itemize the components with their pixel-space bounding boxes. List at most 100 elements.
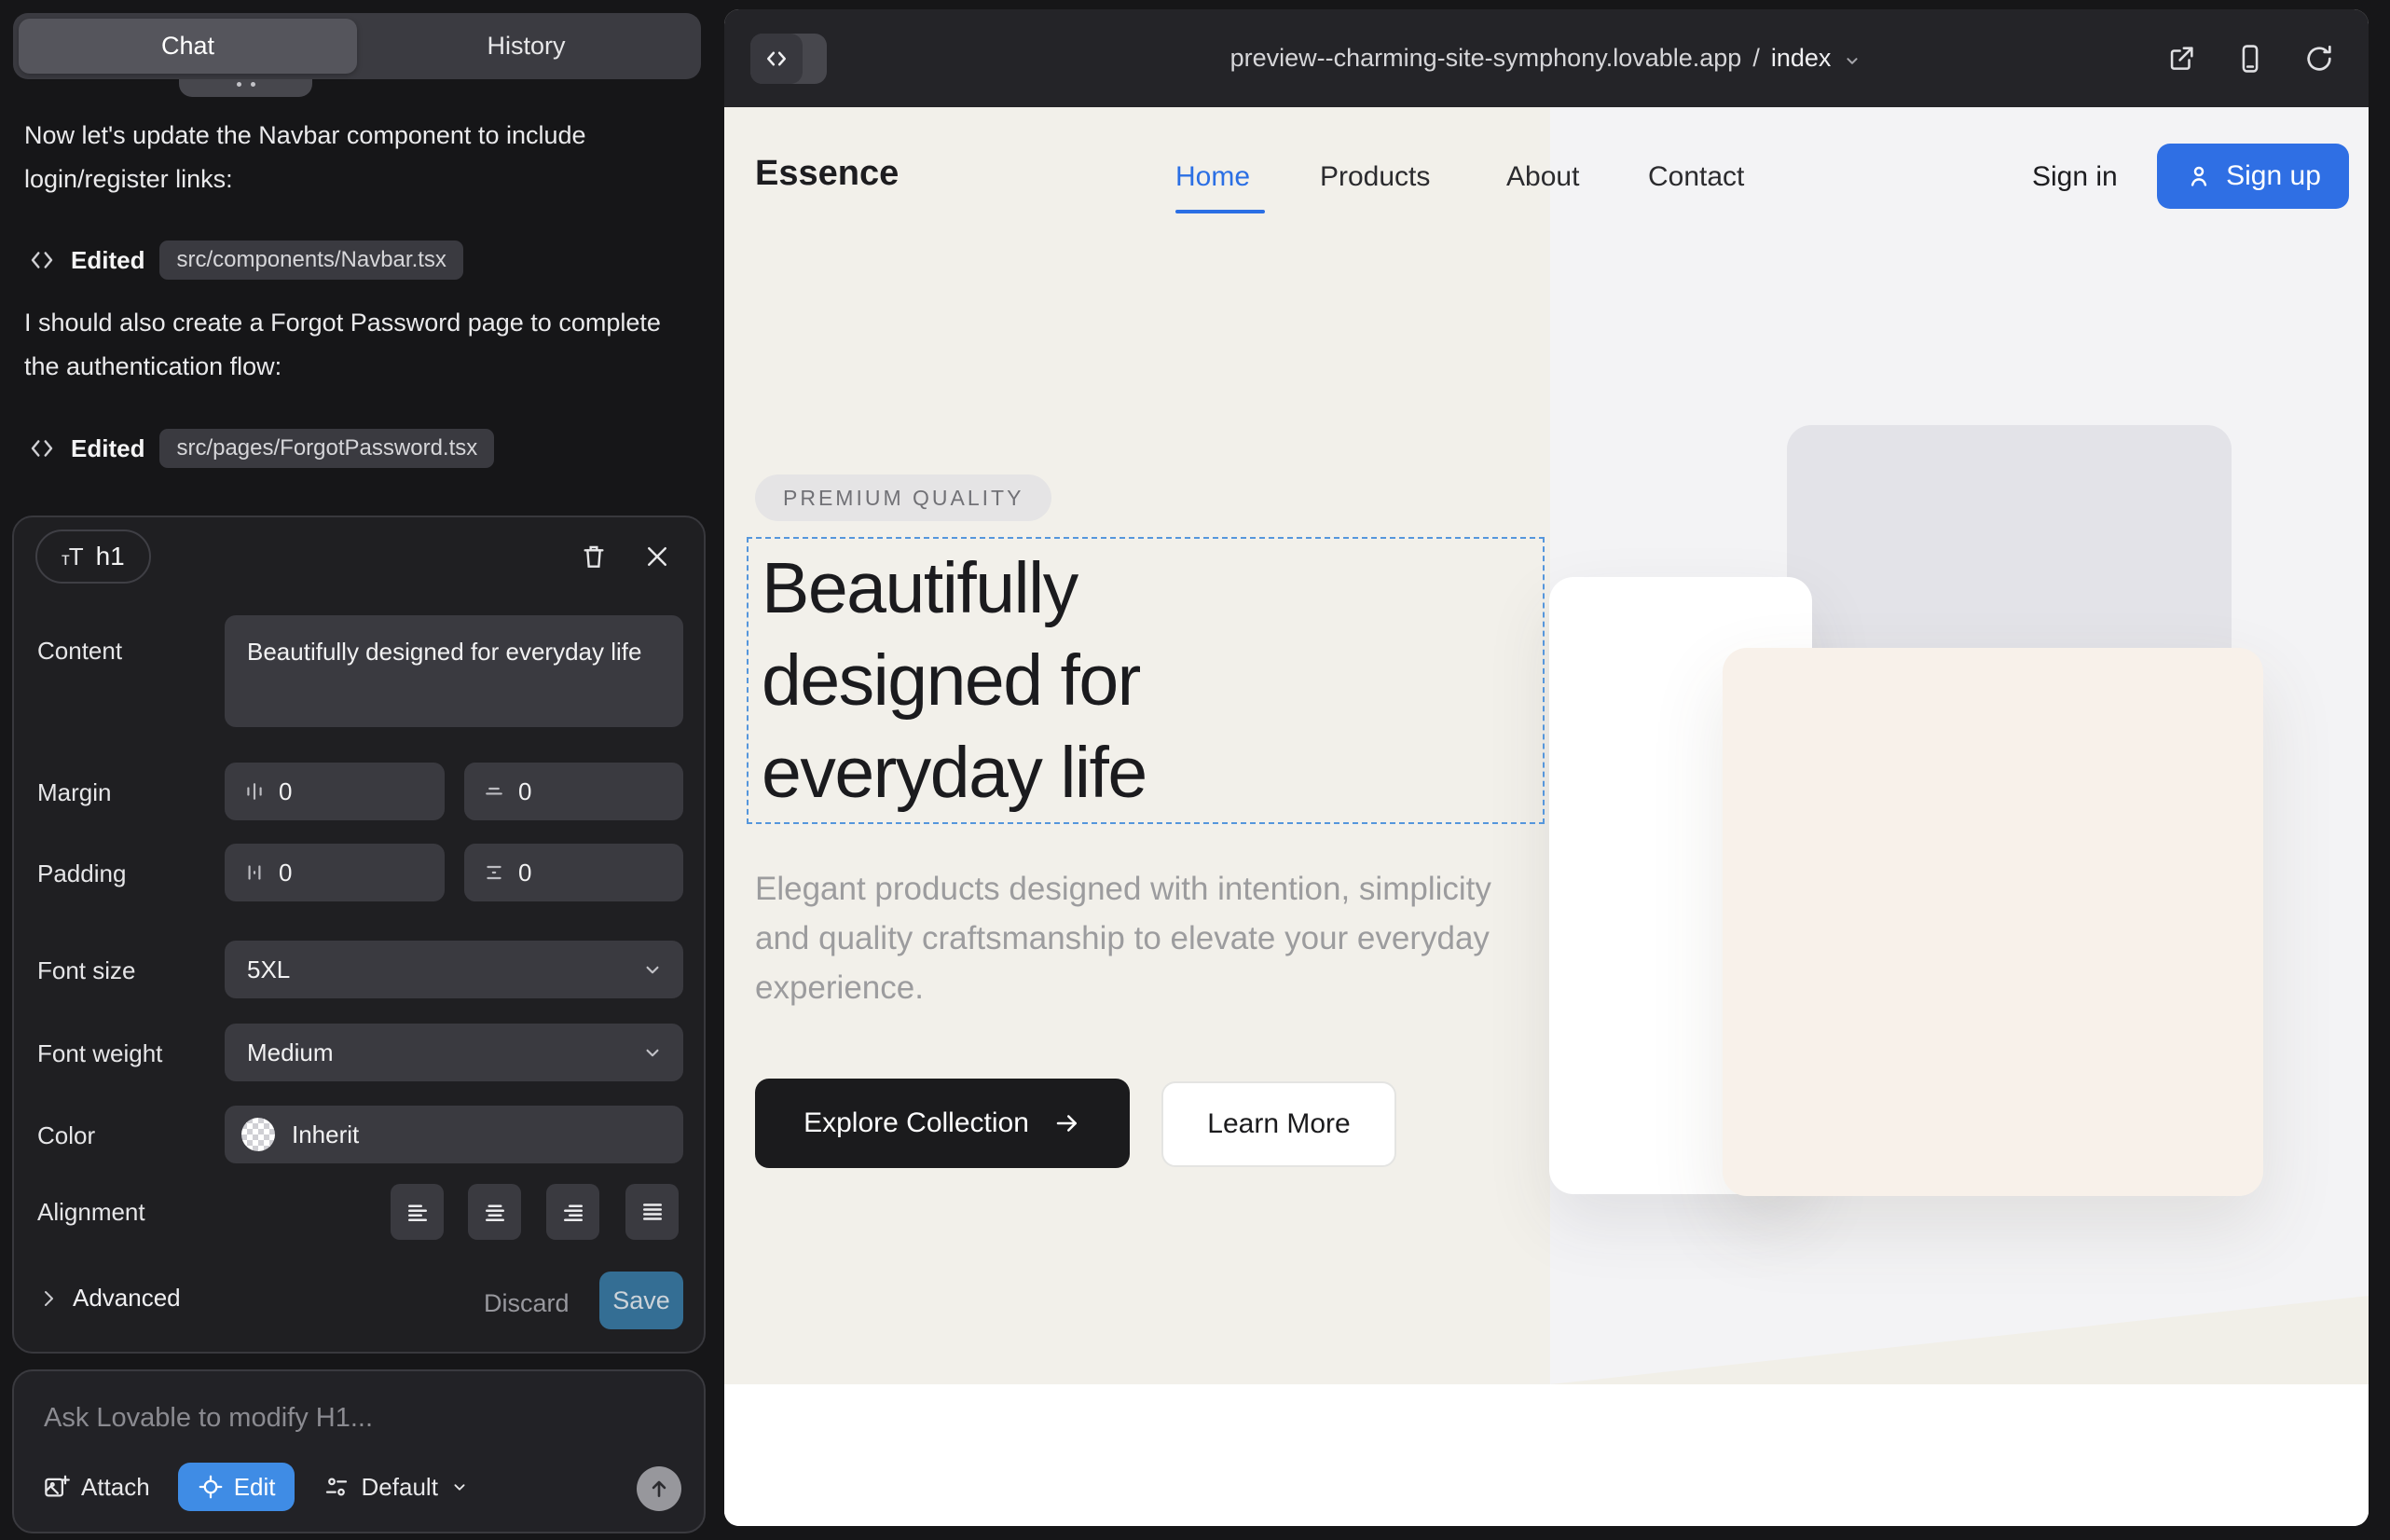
section-below-hero <box>724 1384 2369 1526</box>
font-weight-value: Medium <box>247 1038 333 1067</box>
color-label: Color <box>37 1121 95 1150</box>
margin-vertical-icon <box>483 780 505 803</box>
nav-contact[interactable]: Contact <box>1648 161 1744 193</box>
edit-label: Edit <box>234 1473 276 1502</box>
delete-element-button[interactable] <box>575 538 612 575</box>
hero-paragraph: Elegant products designed with intention… <box>755 864 1501 1012</box>
url-page: index <box>1771 44 1832 73</box>
tab-history-label: History <box>487 32 565 61</box>
chat-history-tabs: Chat History <box>13 13 701 79</box>
chevron-down-icon <box>640 1040 665 1065</box>
edited-file-row[interactable]: Edited src/components/Navbar.tsx <box>28 241 463 280</box>
nav-about[interactable]: About <box>1506 161 1579 193</box>
align-center-button[interactable] <box>468 1184 521 1240</box>
align-right-button[interactable] <box>546 1184 599 1240</box>
learn-more-label: Learn More <box>1207 1108 1350 1140</box>
edited-label: Edited <box>71 434 144 463</box>
margin-horizontal-icon <box>243 780 266 803</box>
file-chip[interactable]: src/components/Navbar.tsx <box>159 241 462 280</box>
nav-home[interactable]: Home <box>1175 161 1250 193</box>
margin-label: Margin <box>37 778 111 807</box>
premium-quality-badge: PREMIUM QUALITY <box>755 474 1051 521</box>
url-separator: / <box>1752 44 1760 73</box>
hero-heading-line: everyday life <box>762 727 1543 819</box>
tab-history[interactable]: History <box>357 19 695 74</box>
padding-label: Padding <box>37 859 126 888</box>
selected-h1-outline[interactable]: Beautifully designed for everyday life <box>747 537 1545 824</box>
attach-label: Attach <box>81 1473 150 1502</box>
font-size-select[interactable]: 5XL <box>225 941 683 998</box>
font-size-label: Font size <box>37 956 136 985</box>
chevron-down-icon <box>1842 50 1862 71</box>
site-canvas: Essence Home Products About Contact Sign… <box>724 107 2369 1526</box>
advanced-label: Advanced <box>73 1284 181 1313</box>
file-chip[interactable]: src/pages/ForgotPassword.tsx <box>159 429 494 468</box>
attach-button[interactable]: Attach <box>42 1473 150 1502</box>
chat-composer: Ask Lovable to modify H1... Attach Edit … <box>12 1369 706 1533</box>
chevron-right-icon <box>37 1287 60 1310</box>
discard-button[interactable]: Discard <box>484 1289 570 1318</box>
preview-window: preview--charming-site-symphony.lovable.… <box>724 9 2369 1526</box>
padding-horizontal-icon <box>243 861 266 884</box>
margin-y-input[interactable]: 0 <box>464 763 683 820</box>
margin-x-input[interactable]: 0 <box>225 763 445 820</box>
explore-collection-button[interactable]: Explore Collection <box>755 1079 1130 1168</box>
hero-heading-line: designed for <box>762 635 1543 727</box>
learn-more-button[interactable]: Learn More <box>1161 1081 1396 1167</box>
selected-element-pill[interactable]: тT h1 <box>35 529 151 584</box>
arrow-right-icon <box>1053 1109 1081 1137</box>
padding-vertical-icon <box>483 861 505 884</box>
tab-chat-label: Chat <box>161 32 214 61</box>
padding-y-value: 0 <box>518 859 531 887</box>
attach-image-icon <box>42 1473 70 1501</box>
code-icon <box>28 434 56 462</box>
sign-in-link[interactable]: Sign in <box>2032 161 2118 193</box>
refresh-button[interactable] <box>2303 43 2335 75</box>
padding-x-input[interactable]: 0 <box>225 844 445 901</box>
tab-chat[interactable]: Chat <box>19 19 357 74</box>
assistant-message: Now let's update the Navbar component to… <box>24 114 677 201</box>
element-tag: h1 <box>96 542 125 571</box>
font-weight-select[interactable]: Medium <box>225 1024 683 1081</box>
align-left-button[interactable] <box>391 1184 444 1240</box>
composer-input[interactable]: Ask Lovable to modify H1... <box>44 1403 373 1434</box>
color-select[interactable]: Inherit <box>225 1106 683 1163</box>
mobile-view-button[interactable] <box>2234 43 2266 75</box>
open-external-button[interactable] <box>2165 43 2197 75</box>
margin-x-value: 0 <box>279 777 292 806</box>
close-panel-button[interactable] <box>639 538 676 575</box>
explore-collection-label: Explore Collection <box>804 1107 1029 1139</box>
chat-panel: Chat History Now let's update the Navbar… <box>0 0 724 1540</box>
content-input[interactable]: Beautifully designed for everyday life <box>225 615 683 727</box>
edit-mode-button[interactable]: Edit <box>178 1463 295 1511</box>
preview-topbar: preview--charming-site-symphony.lovable.… <box>724 9 2369 107</box>
url-bar[interactable]: preview--charming-site-symphony.lovable.… <box>724 9 2369 107</box>
chevron-down-icon <box>640 957 665 982</box>
person-icon <box>2185 162 2213 190</box>
sign-up-button[interactable]: Sign up <box>2157 144 2349 209</box>
nav-active-underline <box>1175 210 1265 213</box>
edited-label: Edited <box>71 246 144 275</box>
edited-file-row[interactable]: Edited src/pages/ForgotPassword.tsx <box>28 429 494 468</box>
sliders-icon <box>323 1473 350 1501</box>
send-button[interactable] <box>637 1466 681 1511</box>
assistant-message: I should also create a Forgot Password p… <box>24 301 677 389</box>
padding-x-value: 0 <box>279 859 292 887</box>
model-selector[interactable]: Default <box>323 1473 470 1502</box>
sign-up-label: Sign up <box>2226 160 2321 192</box>
advanced-toggle[interactable]: Advanced <box>37 1284 181 1313</box>
url-host: preview--charming-site-symphony.lovable.… <box>1230 44 1742 73</box>
chevron-down-icon <box>449 1477 470 1497</box>
site-logo[interactable]: Essence <box>755 154 899 194</box>
element-editor-panel: тT h1 Content Beautifully designed for e… <box>12 516 706 1354</box>
nav-products[interactable]: Products <box>1320 161 1430 193</box>
margin-y-value: 0 <box>518 777 531 806</box>
padding-y-input[interactable]: 0 <box>464 844 683 901</box>
target-icon <box>197 1473 225 1501</box>
code-icon <box>28 246 56 274</box>
decorative-card-cream <box>1723 648 2263 1196</box>
save-button[interactable]: Save <box>599 1272 683 1329</box>
align-justify-button[interactable] <box>625 1184 679 1240</box>
default-label: Default <box>362 1473 438 1502</box>
text-size-icon: тT <box>62 543 83 571</box>
